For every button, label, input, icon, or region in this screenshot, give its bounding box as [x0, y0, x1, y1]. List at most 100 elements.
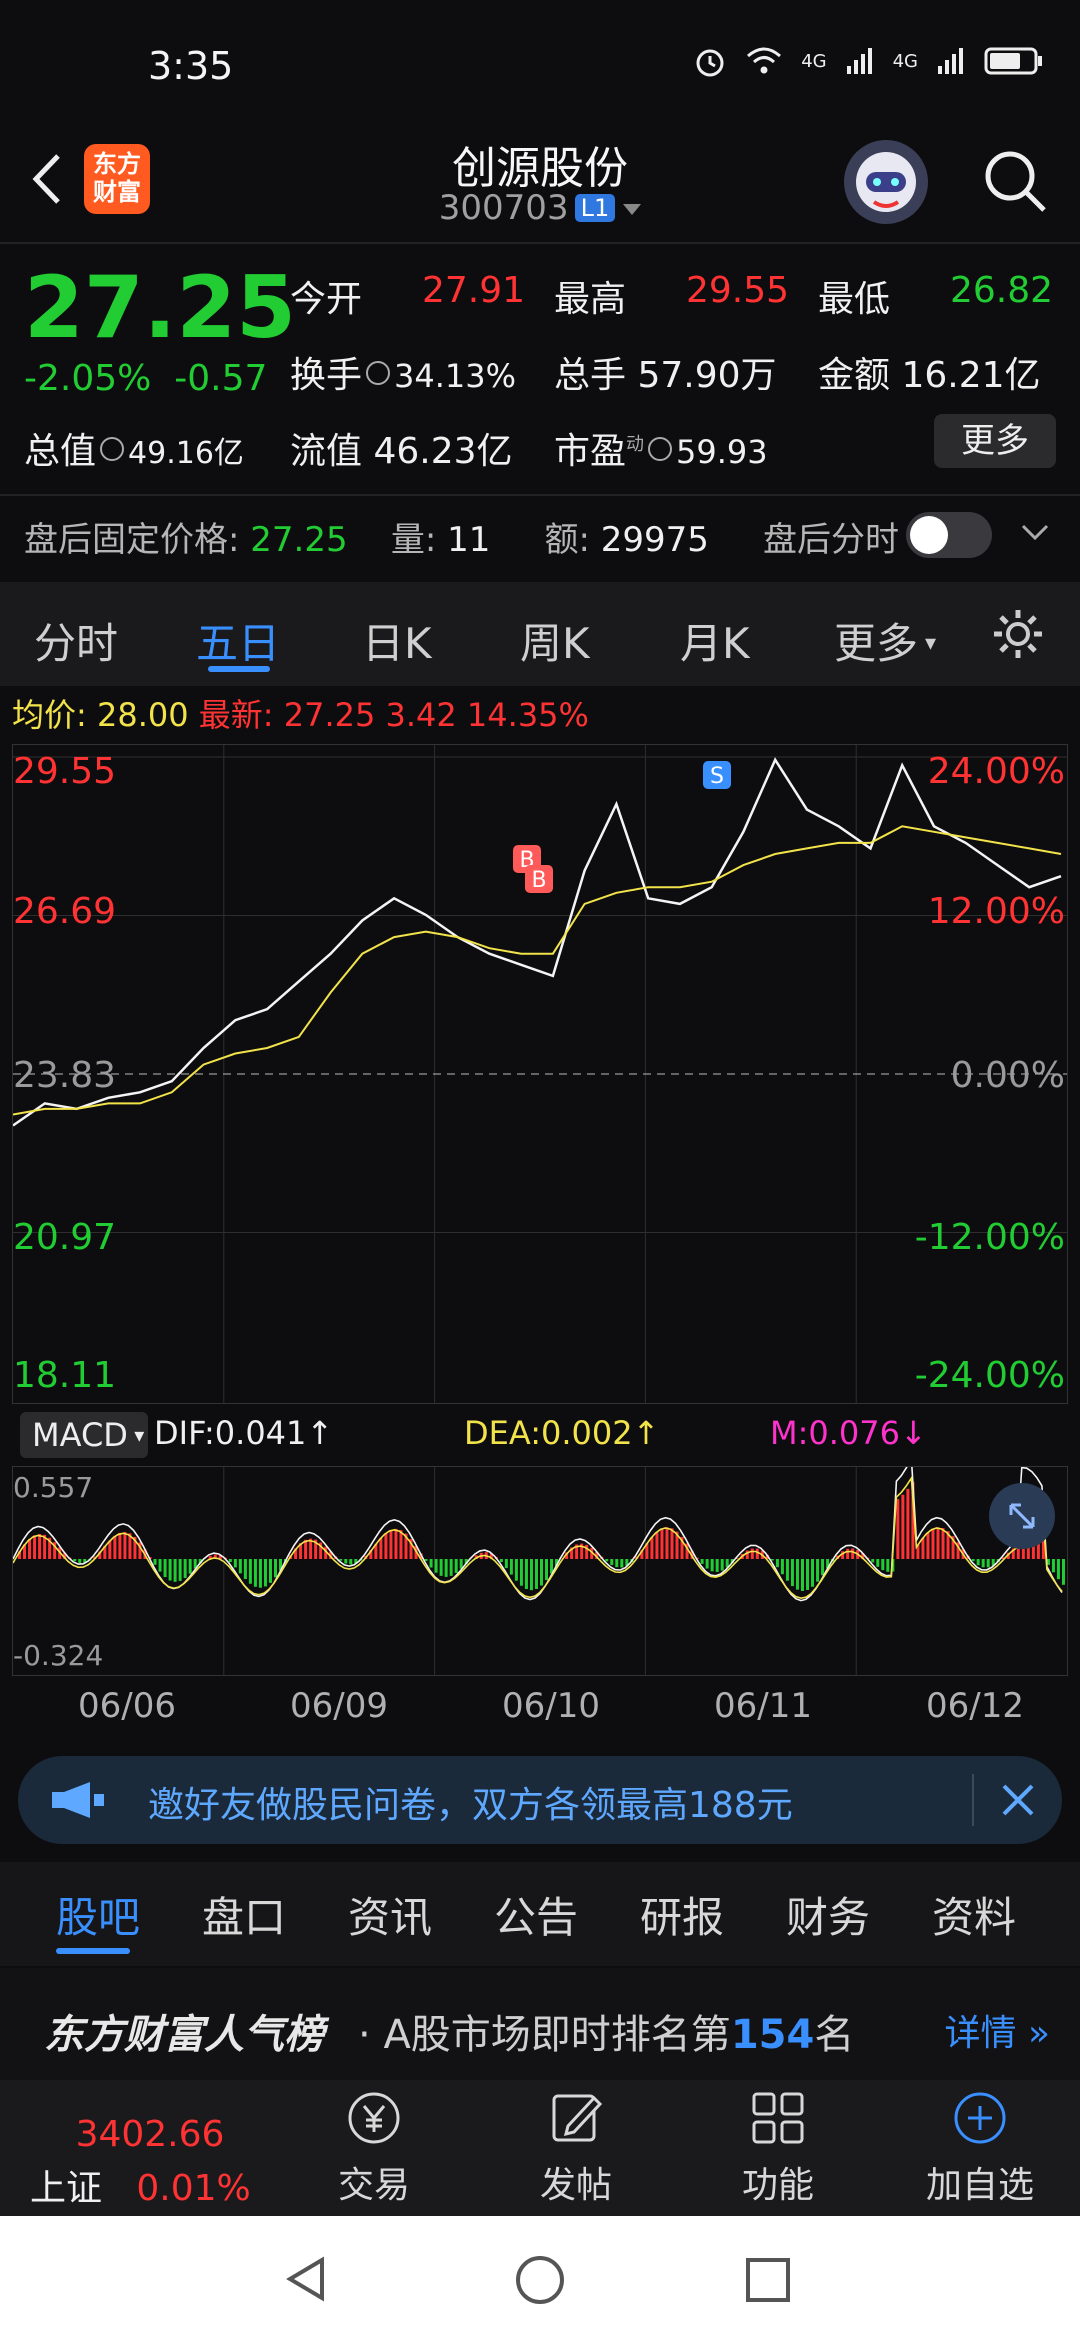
float-field: 流值 46.23亿: [290, 431, 513, 472]
macd-bar: [519, 1559, 523, 1586]
macd-bar: [238, 1559, 242, 1574]
system-nav-bar: [0, 2216, 1080, 2340]
macd-bar: [971, 1559, 975, 1562]
divider: [972, 1774, 974, 1826]
y-left-label: 23.83: [13, 1055, 117, 1096]
index-ticker[interactable]: 3402.66 上证 0.01%: [30, 2088, 270, 2211]
robot-assistant-icon[interactable]: [844, 140, 928, 224]
macd-bar: [113, 1535, 117, 1559]
tab-news[interactable]: 资讯: [348, 1884, 432, 1945]
sell-marker: S: [703, 761, 731, 789]
close-icon[interactable]: [998, 1780, 1038, 1820]
macd-bottom-label: -0.324: [13, 1639, 104, 1672]
divider: [0, 494, 1080, 496]
x-date-label: 06/09: [290, 1686, 388, 1726]
macd-bar: [700, 1559, 704, 1564]
info-icon[interactable]: [648, 437, 673, 461]
macd-bar: [253, 1559, 257, 1587]
macd-bar: [454, 1559, 458, 1573]
macd-bar: [670, 1528, 674, 1559]
alarm-icon: [696, 49, 724, 77]
five-day-chart[interactable]: BBS 29.55 26.69 23.83 20.97 18.11 24.00%…: [12, 744, 1068, 1404]
macd-bar: [665, 1527, 669, 1559]
tab-more[interactable]: 更多 ▾: [834, 610, 936, 671]
macd-bar: [449, 1559, 453, 1576]
after-hours-row: 盘后固定价格: 27.25 量: 11 额: 29975 盘后分时: [24, 520, 899, 560]
macd-bar: [986, 1559, 990, 1568]
macd-bar: [429, 1559, 433, 1568]
y-left-label: 18.11: [13, 1355, 117, 1396]
macd-bar: [976, 1559, 980, 1566]
rank-title: 东方财富人气榜: [44, 2012, 324, 2058]
current-price: 27.25: [24, 258, 297, 358]
nav-trade[interactable]: 交易: [274, 2086, 474, 2208]
macd-bar: [534, 1559, 538, 1589]
tab-profile[interactable]: 资料: [932, 1884, 1016, 1945]
level-badge: L1: [574, 194, 616, 222]
after-hours-toggle[interactable]: [906, 512, 992, 558]
system-back-icon[interactable]: [282, 2254, 332, 2304]
tab-weekly-k[interactable]: 周K: [520, 610, 590, 671]
promo-banner[interactable]: 邀好友做股民问卷，双方各领最高188元: [18, 1756, 1062, 1844]
search-icon[interactable]: [980, 146, 1050, 216]
tab-five-day[interactable]: 五日: [196, 610, 280, 671]
macd-bar: [871, 1559, 875, 1563]
tab-pankou[interactable]: 盘口: [202, 1884, 286, 1945]
pe-field: 市盈动 59.93: [554, 431, 768, 472]
svg-text:B: B: [531, 868, 546, 893]
system-home-icon[interactable]: [514, 2254, 566, 2306]
macd-bar: [188, 1559, 192, 1574]
popularity-rank[interactable]: 东方财富人气榜 · A股市场即时排名第154名 详情 »: [0, 1968, 1080, 2080]
y-left-label: 26.69: [13, 891, 117, 932]
tab-daily-k[interactable]: 日K: [362, 610, 432, 671]
nav-function[interactable]: 功能: [678, 2086, 878, 2208]
chevron-down-icon[interactable]: [1020, 522, 1050, 542]
tab-finance[interactable]: 财务: [786, 1884, 870, 1945]
system-recents-icon[interactable]: [744, 2256, 792, 2304]
expand-icon[interactable]: [989, 1483, 1055, 1549]
macd-bar: [790, 1559, 794, 1587]
macd-bar: [178, 1559, 182, 1581]
macd-bar: [775, 1559, 779, 1568]
macd-chart[interactable]: 0.557 -0.324: [12, 1466, 1068, 1676]
macd-bar: [233, 1559, 237, 1568]
nav-post[interactable]: 发帖: [476, 2086, 676, 2208]
nav-add-watchlist[interactable]: 加自选: [880, 2086, 1080, 2208]
macd-bar: [755, 1548, 759, 1559]
high-value: 29.55: [686, 270, 790, 311]
rank-detail-link[interactable]: 详情 »: [945, 2004, 1050, 2056]
macd-bar: [931, 1528, 935, 1559]
y-right-label: 12.00%: [927, 891, 1065, 932]
macd-bar: [399, 1530, 403, 1559]
tab-research[interactable]: 研报: [640, 1884, 724, 1945]
tab-timeshare[interactable]: 分时: [34, 610, 118, 671]
macd-bar: [304, 1539, 308, 1559]
rank-text: · A股市场即时排名第154名: [358, 2012, 855, 2058]
macd-bar: [33, 1535, 37, 1559]
more-button[interactable]: 更多: [934, 414, 1056, 468]
macd-bar: [1061, 1559, 1065, 1585]
macd-selector[interactable]: MACD ▾: [20, 1412, 148, 1458]
macd-bar: [901, 1494, 905, 1559]
macd-bar: [163, 1559, 167, 1578]
y-right-label: -12.00%: [914, 1217, 1065, 1258]
grid-icon: [752, 2092, 804, 2144]
info-icon[interactable]: [100, 437, 125, 461]
x-date-label: 06/06: [78, 1686, 176, 1726]
low-label: 最低: [818, 279, 891, 320]
macd-bar: [921, 1537, 925, 1559]
macd-bar: [881, 1559, 885, 1571]
tab-monthly-k[interactable]: 月K: [680, 610, 750, 671]
tab-announcement[interactable]: 公告: [494, 1884, 578, 1945]
macd-bar: [499, 1559, 503, 1562]
price-line: [13, 757, 1062, 1127]
info-tabs: 股吧 盘口 资讯 公告 研报 财务 资料: [0, 1862, 1080, 1966]
gear-icon[interactable]: [990, 606, 1046, 662]
buy-marker: B: [525, 865, 553, 893]
tab-guba[interactable]: 股吧: [56, 1884, 140, 1945]
macd-bar: [439, 1559, 443, 1576]
macd-bar: [434, 1559, 438, 1573]
info-icon[interactable]: [366, 361, 391, 385]
macd-bar: [38, 1533, 42, 1559]
signal-icon-1: [846, 48, 872, 74]
